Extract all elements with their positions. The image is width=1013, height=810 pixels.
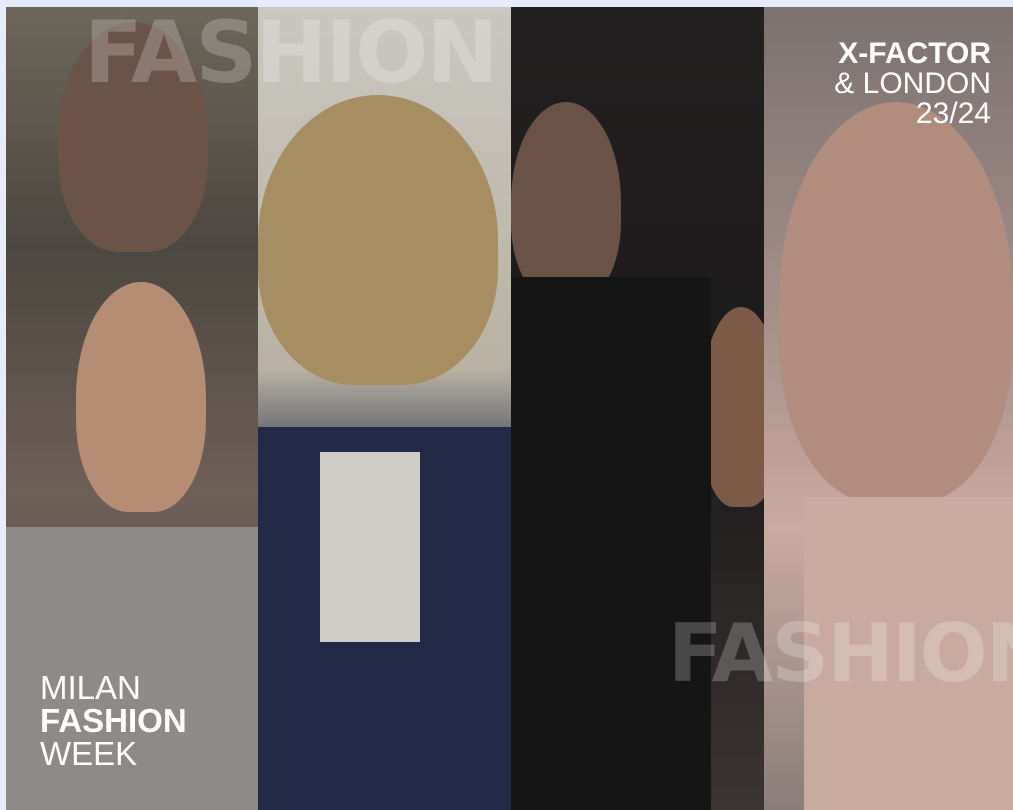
- model-pixie-head: [779, 102, 1013, 502]
- collage: FASHION FASHION MILAN FASHION WEEK X-FAC…: [6, 7, 1013, 810]
- brand-line: X-FACTOR: [838, 37, 991, 70]
- title-line-fashion: FASHION: [40, 702, 187, 739]
- season-line: 23/24: [915, 97, 991, 130]
- model-white-top: [320, 452, 420, 642]
- model-bob-hair: [258, 95, 498, 385]
- event-title: MILAN FASHION WEEK: [40, 671, 187, 770]
- model-head: [76, 282, 206, 512]
- hairdresser-head: [511, 102, 621, 302]
- city-line: & LONDON: [834, 67, 991, 100]
- background-fashion-word-bottom: FASHION: [668, 607, 1013, 700]
- hairdresser-jacket: [511, 277, 711, 810]
- title-line-week: WEEK: [40, 735, 138, 772]
- brand-tag: X-FACTOR & LONDON 23/24: [834, 39, 991, 129]
- photo-strip-bob-haircut: [258, 7, 511, 810]
- background-fashion-word-top: FASHION: [84, 7, 498, 103]
- title-line-milan: MILAN: [40, 669, 141, 706]
